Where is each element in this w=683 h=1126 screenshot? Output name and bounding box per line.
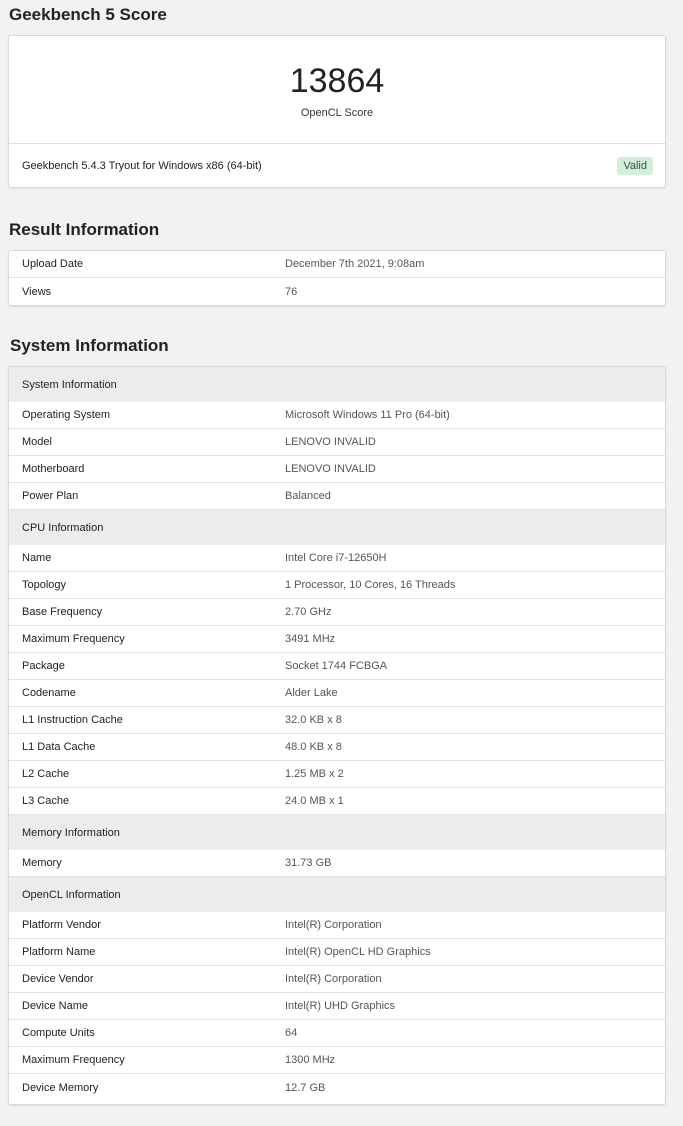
info-row: Operating System Microsoft Windows 11 Pro… [9, 402, 665, 429]
info-value: 32.0 KB x 8 [285, 714, 342, 726]
section-header-cpu: CPU Information [9, 510, 665, 545]
info-key: Name [22, 552, 52, 564]
score-top: 13864 OpenCL Score [9, 36, 665, 144]
info-row: Name Intel Core i7-12650H [9, 545, 665, 572]
info-key: L1 Data Cache [22, 741, 96, 753]
info-key: Upload Date [22, 258, 84, 270]
info-row: Motherboard LENOVO INVALID [9, 456, 665, 483]
info-row: Maximum Frequency 1300 MHz [9, 1047, 665, 1074]
info-value: 1.25 MB x 2 [285, 768, 344, 780]
section-header-system: System Information [9, 367, 665, 402]
system-info-heading: System Information [10, 336, 169, 355]
info-key: Power Plan [22, 490, 79, 502]
info-value: 31.73 GB [285, 857, 332, 869]
system-info-card: System Information Operating System Micros… [8, 366, 666, 1105]
info-key: Motherboard [22, 463, 85, 475]
score-value: 13864 [289, 62, 385, 100]
info-row: L1 Instruction Cache 32.0 KB x 8 [9, 707, 665, 734]
section-header-memory: Memory Information [9, 815, 665, 850]
info-row: Device Memory 12.7 GB [9, 1074, 665, 1101]
info-value: 1300 MHz [285, 1054, 336, 1066]
info-value: LENOVO INVALID [285, 463, 376, 475]
score-footer: Geekbench 5.4.3 Tryout for Windows x86 (… [9, 144, 665, 187]
info-value: Intel(R) Corporation [285, 919, 382, 931]
info-value: 24.0 MB x 1 [285, 795, 344, 807]
info-key: Model [22, 436, 52, 448]
info-key: L1 Instruction Cache [22, 714, 123, 726]
info-row: Memory 31.73 GB [9, 850, 665, 877]
info-value: Alder Lake [285, 687, 338, 699]
info-key: Maximum Frequency [22, 633, 125, 645]
info-key: Views [22, 285, 52, 298]
info-value: LENOVO INVALID [285, 436, 376, 448]
score-label: OpenCL Score [300, 107, 374, 119]
info-row: Platform Vendor Intel(R) Corporation [9, 912, 665, 939]
info-row: Views 76 [9, 278, 665, 305]
info-value: December 7th 2021, 9:08am [285, 258, 425, 270]
info-row: Upload Date December 7th 2021, 9:08am [9, 251, 665, 278]
info-row: Platform Name Intel(R) OpenCL HD Graphics [9, 939, 665, 966]
info-row: Package Socket 1744 FCBGA [9, 653, 665, 680]
info-key: Memory [22, 857, 62, 869]
info-key: Base Frequency [22, 606, 103, 618]
valid-badge: Valid [617, 157, 653, 175]
version-text: Geekbench 5.4.3 Tryout for Windows x86 (… [22, 160, 262, 172]
info-key: Codename [22, 687, 76, 699]
info-key: Maximum Frequency [22, 1054, 125, 1066]
info-row: L2 Cache 1.25 MB x 2 [9, 761, 665, 788]
info-key: Device Memory [22, 1081, 99, 1094]
score-card: 13864 OpenCL Score Geekbench 5.4.3 Tryou… [8, 35, 666, 188]
score-heading: Geekbench 5 Score [9, 5, 167, 24]
info-value: Intel Core i7-12650H [285, 552, 387, 564]
info-key: L3 Cache [22, 795, 70, 807]
info-key: Platform Name [22, 946, 96, 958]
info-value: Intel(R) UHD Graphics [285, 1000, 396, 1012]
info-value: 64 [285, 1027, 298, 1039]
info-key: Operating System [22, 409, 111, 421]
info-value: 2.70 GHz [285, 606, 332, 618]
info-row: Codename Alder Lake [9, 680, 665, 707]
info-value: Microsoft Windows 11 Pro (64-bit) [285, 409, 450, 421]
info-row: Base Frequency 2.70 GHz [9, 599, 665, 626]
info-value: Balanced [285, 490, 331, 502]
info-value: 76 [285, 285, 298, 298]
info-row: L1 Data Cache 48.0 KB x 8 [9, 734, 665, 761]
result-info-card: Upload Date December 7th 2021, 9:08am Vi… [8, 250, 666, 306]
info-key: Package [22, 660, 65, 672]
info-key: Platform Vendor [22, 919, 101, 931]
info-key: Device Name [22, 1000, 89, 1012]
info-row: Device Vendor Intel(R) Corporation [9, 966, 665, 993]
info-row: Compute Units 64 [9, 1020, 665, 1047]
info-row: L3 Cache 24.0 MB x 1 [9, 788, 665, 815]
info-value: 3491 MHz [285, 633, 336, 645]
info-row: Topology 1 Processor, 10 Cores, 16 Thread… [9, 572, 665, 599]
section-header-opencl: OpenCL Information [9, 877, 665, 912]
info-value: 12.7 GB [285, 1081, 326, 1094]
info-value: Socket 1744 FCBGA [285, 660, 388, 672]
info-key: Compute Units [22, 1027, 95, 1039]
info-row: Device Name Intel(R) UHD Graphics [9, 993, 665, 1020]
info-value: Intel(R) Corporation [285, 973, 382, 985]
info-value: 48.0 KB x 8 [285, 741, 342, 753]
info-row: Power Plan Balanced [9, 483, 665, 510]
info-key: L2 Cache [22, 768, 70, 780]
info-key: Topology [22, 579, 67, 591]
info-key: Device Vendor [22, 973, 94, 985]
info-row: Maximum Frequency 3491 MHz [9, 626, 665, 653]
info-value: 1 Processor, 10 Cores, 16 Threads [285, 579, 456, 591]
info-value: Intel(R) OpenCL HD Graphics [285, 946, 431, 958]
info-row: Model LENOVO INVALID [9, 429, 665, 456]
result-info-heading: Result Information [9, 220, 160, 239]
